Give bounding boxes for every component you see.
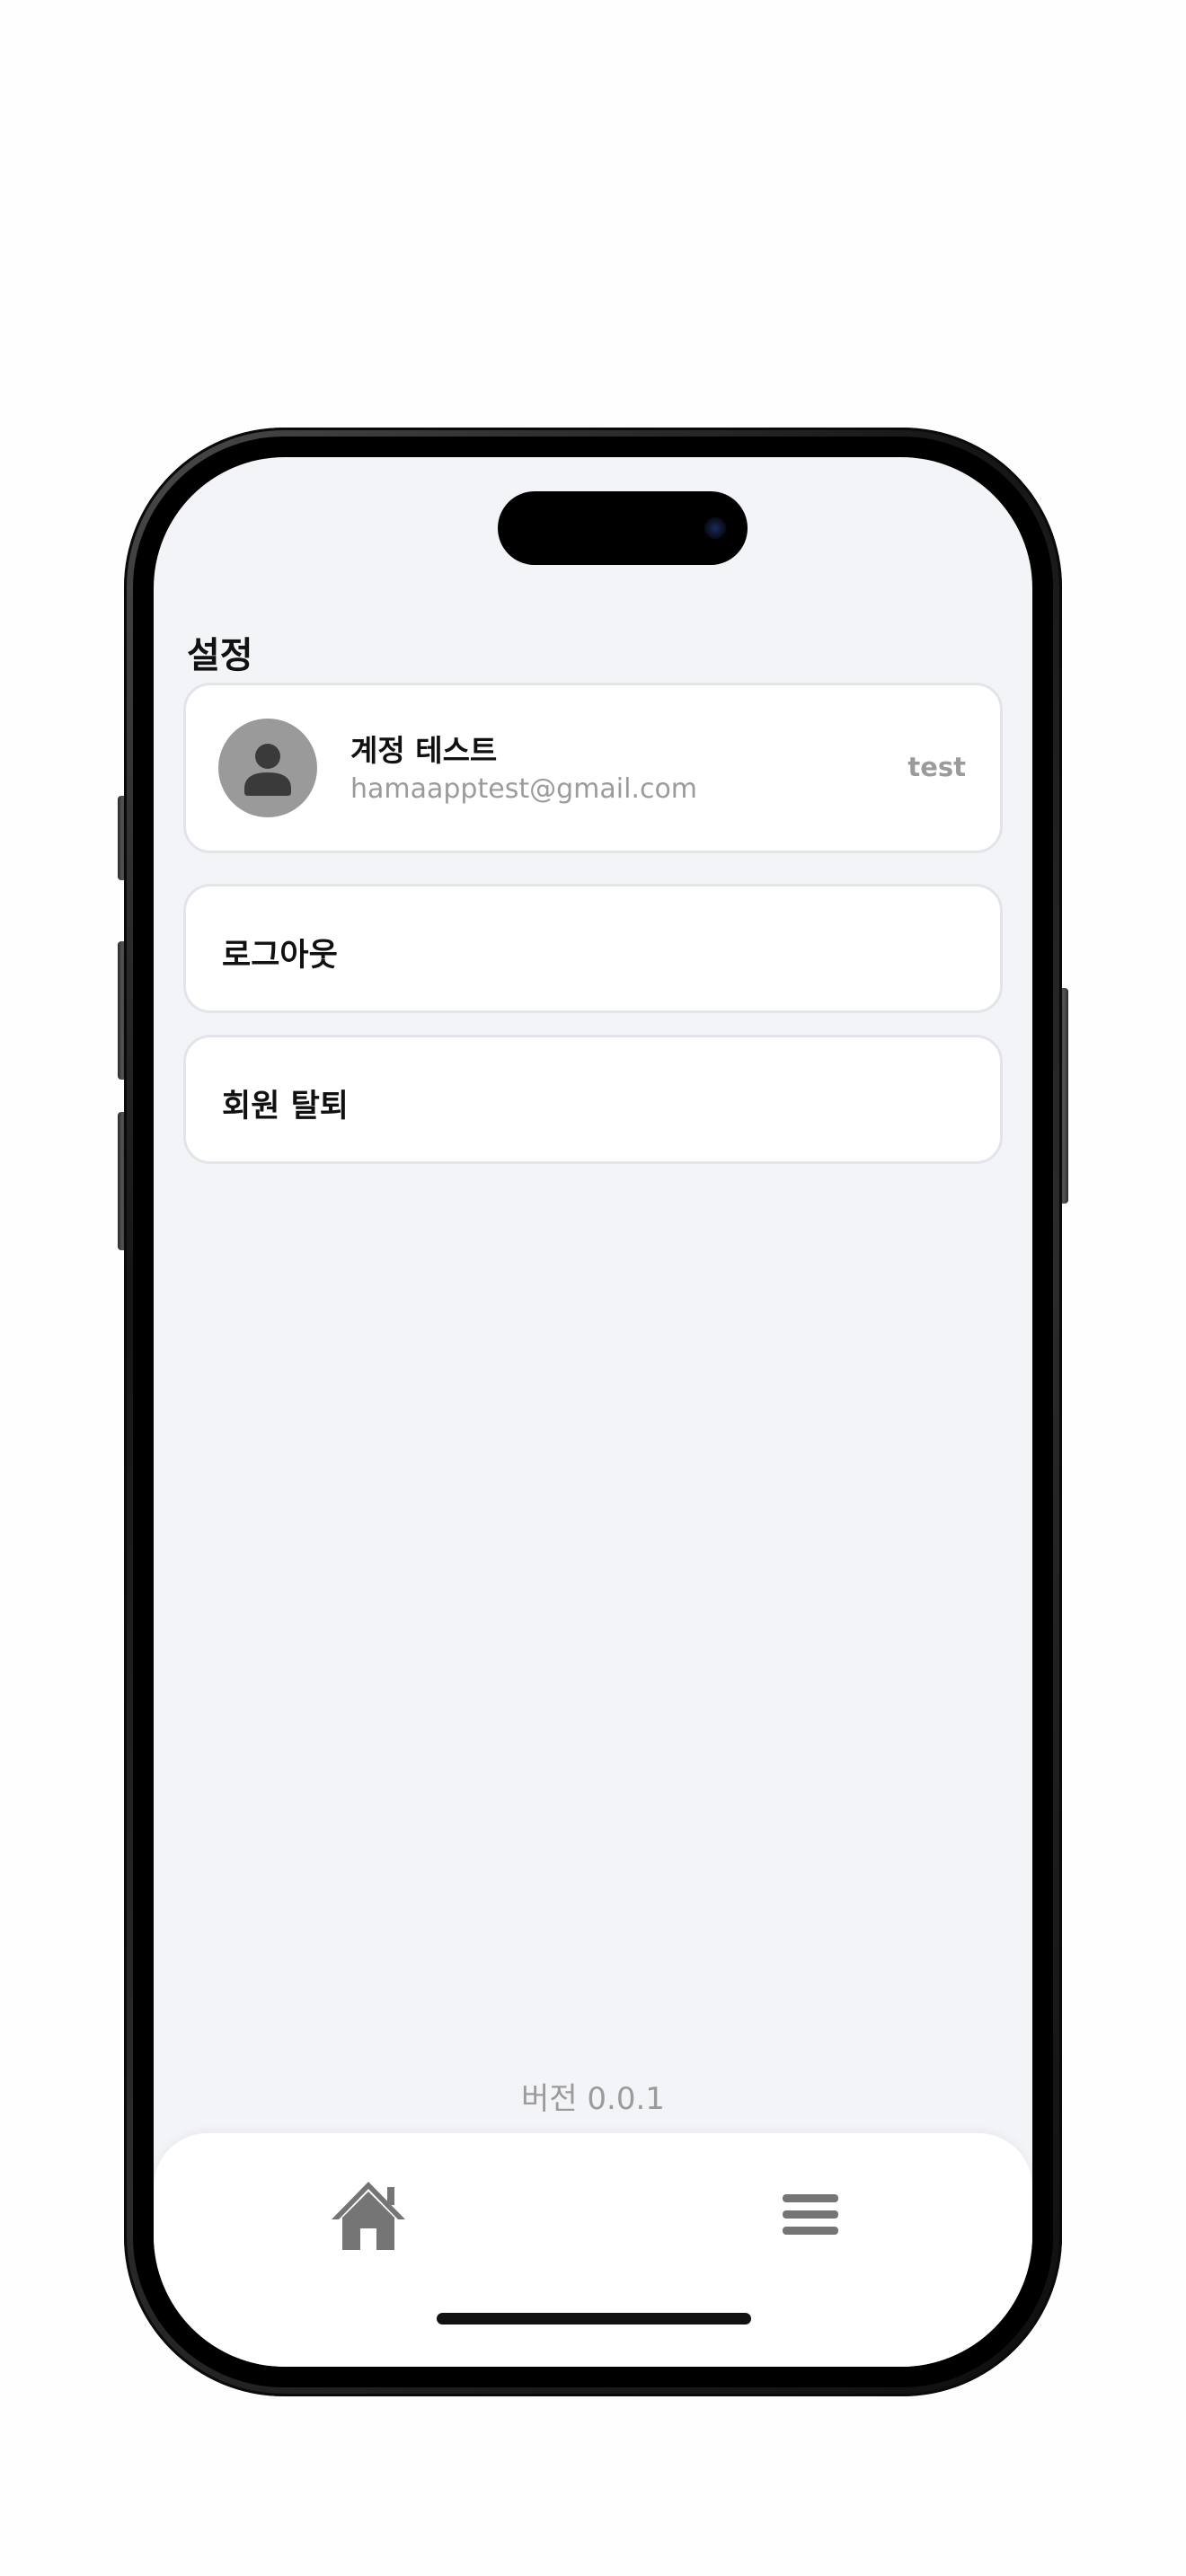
withdraw-account-label: 회원 탈퇴 [222,1089,349,1125]
app-version: 버전 0.0.1 [521,2081,665,2117]
withdraw-account-button[interactable]: 회원 탈퇴 [183,1035,1003,1164]
account-email: hamaapptest@gmail.com [350,773,698,805]
avatar [218,719,317,817]
menu-icon [783,2194,838,2235]
dynamic-island [498,491,748,565]
account-card[interactable]: 계정 테스트 hamaapptest@gmail.com test [183,683,1003,853]
person-icon [244,744,291,796]
tab-home[interactable] [319,2169,418,2259]
page-title: 설정 [187,635,253,676]
tab-menu[interactable] [761,2169,860,2259]
bottom-tab-bar [154,2133,1032,2367]
account-name: 계정 테스트 [350,733,498,768]
app-screen: 설정 계정 테스트 hamaapptest@gmail.com test 로그아… [154,457,1032,2367]
device-stage: 설정 계정 테스트 hamaapptest@gmail.com test 로그아… [0,0,1186,2576]
front-camera-icon [704,517,726,539]
logout-label: 로그아웃 [222,938,338,974]
account-id-label: test [907,752,966,782]
phone-frame: 설정 계정 테스트 hamaapptest@gmail.com test 로그아… [124,428,1062,2396]
home-indicator[interactable] [437,2313,751,2325]
logout-button[interactable]: 로그아웃 [183,884,1003,1013]
home-icon [332,2182,405,2250]
